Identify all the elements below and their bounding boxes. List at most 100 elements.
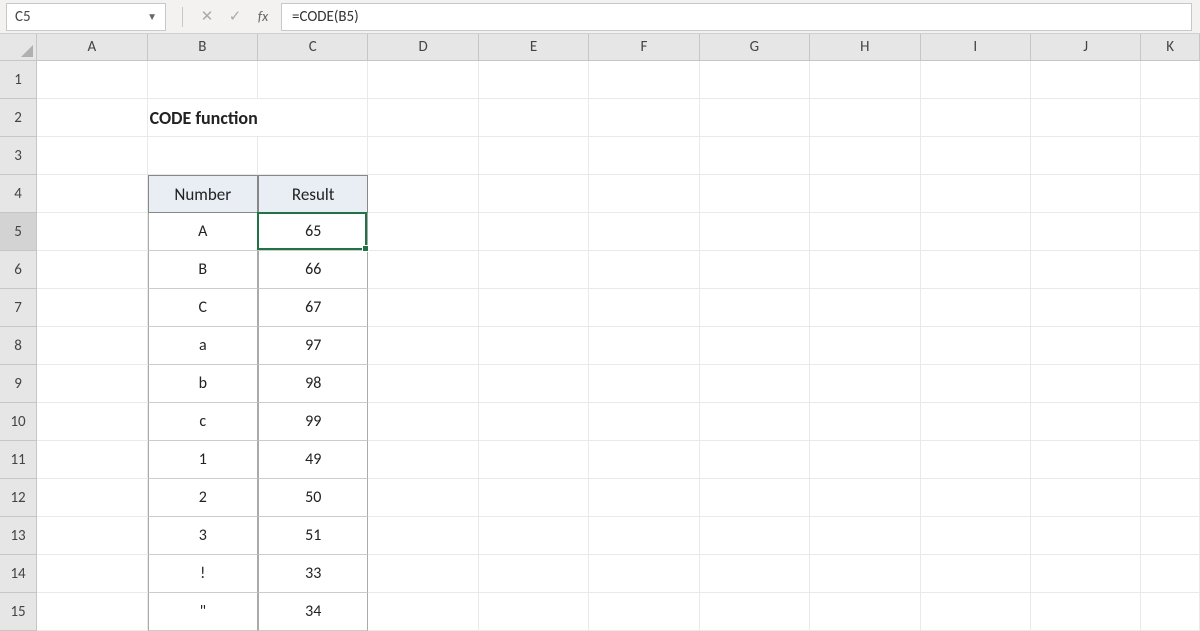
- cell[interactable]: [810, 327, 920, 365]
- cell[interactable]: [479, 137, 589, 175]
- data-cell[interactable]: 51: [258, 517, 368, 555]
- row-header[interactable]: 13: [0, 517, 37, 555]
- cell[interactable]: [700, 555, 810, 593]
- cell[interactable]: [37, 289, 147, 327]
- row-header[interactable]: 5: [0, 213, 37, 251]
- data-cell[interactable]: 33: [258, 555, 368, 593]
- cell[interactable]: [368, 175, 478, 213]
- cell[interactable]: [700, 251, 810, 289]
- cell[interactable]: [810, 137, 920, 175]
- cell[interactable]: [37, 99, 147, 137]
- cell[interactable]: [1031, 593, 1141, 631]
- cell[interactable]: [368, 61, 478, 99]
- cell[interactable]: [589, 289, 699, 327]
- cell[interactable]: [921, 327, 1031, 365]
- data-cell[interactable]: a: [148, 327, 258, 365]
- cell[interactable]: [479, 403, 589, 441]
- column-header[interactable]: G: [700, 34, 810, 60]
- column-header[interactable]: E: [479, 34, 589, 60]
- cell[interactable]: [810, 479, 920, 517]
- cell[interactable]: [810, 517, 920, 555]
- cell[interactable]: [1031, 61, 1141, 99]
- cell[interactable]: [148, 61, 258, 99]
- data-cell[interactable]: c: [148, 403, 258, 441]
- chevron-down-icon[interactable]: ▼: [147, 10, 157, 23]
- enter-icon[interactable]: ✓: [221, 3, 249, 31]
- cell[interactable]: [810, 441, 920, 479]
- cell[interactable]: [479, 479, 589, 517]
- data-cell[interactable]: 98: [258, 365, 368, 403]
- cell[interactable]: [37, 593, 147, 631]
- data-cell[interactable]: 66: [258, 251, 368, 289]
- cell[interactable]: [810, 289, 920, 327]
- cell[interactable]: [1031, 517, 1141, 555]
- select-all-corner[interactable]: [0, 34, 37, 60]
- cell[interactable]: [37, 213, 147, 251]
- row-header[interactable]: 4: [0, 175, 37, 213]
- table-header[interactable]: Result: [258, 175, 368, 213]
- row-header[interactable]: 1: [0, 61, 37, 99]
- column-header[interactable]: K: [1141, 34, 1200, 60]
- data-cell[interactable]: 3: [148, 517, 258, 555]
- cell[interactable]: [479, 441, 589, 479]
- cell[interactable]: [921, 137, 1031, 175]
- cell[interactable]: [479, 593, 589, 631]
- cell[interactable]: [700, 99, 810, 137]
- cell[interactable]: [479, 555, 589, 593]
- formula-input[interactable]: =CODE(B5): [281, 3, 1192, 31]
- cell[interactable]: [700, 479, 810, 517]
- cell[interactable]: [368, 403, 478, 441]
- row-header[interactable]: 6: [0, 251, 37, 289]
- cell[interactable]: [921, 251, 1031, 289]
- cell[interactable]: [258, 137, 368, 175]
- row-header[interactable]: 14: [0, 555, 37, 593]
- cell[interactable]: [589, 403, 699, 441]
- cell[interactable]: [589, 441, 699, 479]
- cell[interactable]: [368, 251, 478, 289]
- cell[interactable]: [368, 213, 478, 251]
- row-header[interactable]: 15: [0, 593, 37, 631]
- cell[interactable]: [700, 213, 810, 251]
- column-header[interactable]: F: [589, 34, 699, 60]
- cell[interactable]: [921, 61, 1031, 99]
- cell[interactable]: [1141, 479, 1200, 517]
- cell[interactable]: [921, 441, 1031, 479]
- cell[interactable]: [1141, 175, 1200, 213]
- cell[interactable]: [1031, 175, 1141, 213]
- cell[interactable]: [1141, 403, 1200, 441]
- cell[interactable]: [700, 403, 810, 441]
- cell[interactable]: [1031, 213, 1141, 251]
- cell[interactable]: [1141, 137, 1200, 175]
- cell[interactable]: [1031, 365, 1141, 403]
- cell[interactable]: [589, 251, 699, 289]
- column-header[interactable]: J: [1031, 34, 1141, 60]
- cell[interactable]: [37, 251, 147, 289]
- data-cell[interactable]: 49: [258, 441, 368, 479]
- cell[interactable]: [1141, 251, 1200, 289]
- cell[interactable]: [921, 99, 1031, 137]
- cell[interactable]: [1141, 213, 1200, 251]
- cell[interactable]: [810, 61, 920, 99]
- cell[interactable]: [1031, 479, 1141, 517]
- cell[interactable]: [589, 61, 699, 99]
- cell[interactable]: [1141, 99, 1200, 137]
- row-header[interactable]: 10: [0, 403, 37, 441]
- cell[interactable]: [368, 289, 478, 327]
- row-header[interactable]: 8: [0, 327, 37, 365]
- cell[interactable]: [921, 175, 1031, 213]
- cell[interactable]: [700, 289, 810, 327]
- cell[interactable]: [921, 365, 1031, 403]
- data-cell[interactable]: ": [148, 593, 258, 631]
- cell[interactable]: [37, 365, 147, 403]
- cell[interactable]: [1031, 555, 1141, 593]
- table-header[interactable]: Number: [148, 175, 258, 213]
- data-cell[interactable]: 1: [148, 441, 258, 479]
- cell[interactable]: [921, 479, 1031, 517]
- cell[interactable]: [810, 403, 920, 441]
- cell[interactable]: [700, 327, 810, 365]
- data-cell[interactable]: 50: [258, 479, 368, 517]
- cell[interactable]: [589, 327, 699, 365]
- column-header[interactable]: D: [368, 34, 478, 60]
- cell[interactable]: [1141, 289, 1200, 327]
- cell[interactable]: [589, 555, 699, 593]
